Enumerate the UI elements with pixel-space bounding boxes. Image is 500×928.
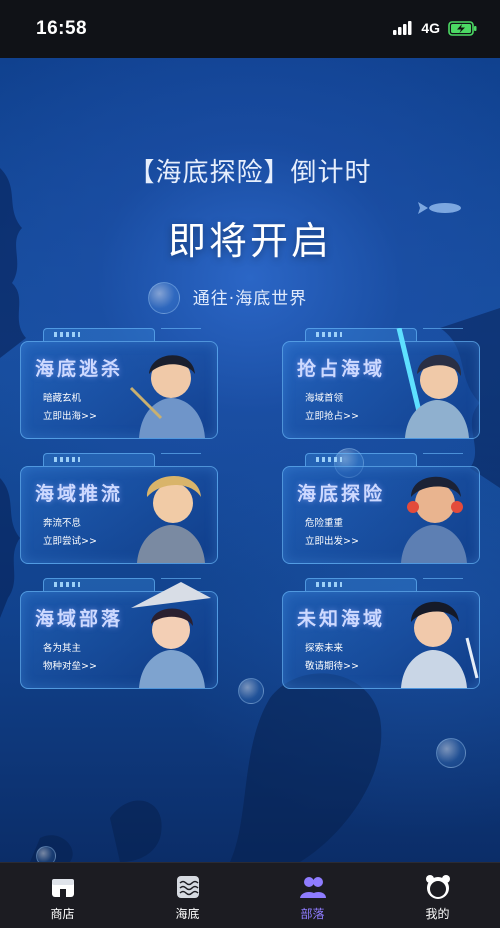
card-link[interactable]: 物种对垒>> [43,658,97,672]
bubble-decoration [238,678,264,704]
card-desc: 海域首领 [305,393,344,404]
card-desc: 探索未来 [305,643,344,654]
card-title: 未知海域 [297,608,386,630]
tab-seabed[interactable]: 海底 [125,863,250,928]
battery-charging-icon [448,20,477,36]
shop-icon [51,879,74,897]
tab-mine[interactable]: 我的 [375,863,500,928]
card-link[interactable]: 立即出海>> [43,408,97,422]
tab-label: 部落 [300,907,325,921]
card-desc: 各为其主 [43,643,82,654]
card-weizhi-haiyu[interactable]: 未知海域 探索未来 敬请期待>> [282,578,480,689]
card-title: 海底探险 [297,483,386,505]
tab-tribe[interactable]: 部落 [250,863,375,928]
card-link[interactable]: 立即抢占>> [305,408,359,422]
card-title: 抢占海域 [297,358,386,380]
card-haiyu-buluo[interactable]: 海域部落 各为其主 物种对垒>> [20,578,218,689]
status-time: 16:58 [36,18,88,39]
character-avatar-icon [129,355,205,438]
tab-label: 我的 [425,907,450,921]
bubble-decoration [36,846,56,862]
card-link[interactable]: 立即出发>> [305,533,359,547]
card-desc: 暗藏玄机 [43,393,82,404]
card-haidi-tanxian[interactable]: 海底探险 危险重重 立即出发>> [282,453,480,564]
bottom-tab-bar: 商店 海底 部落 我的 [0,862,500,928]
card-link[interactable]: 立即尝试>> [43,533,97,547]
status-indicators: 4G [393,20,478,36]
character-avatar-icon [131,582,211,688]
bubble-decoration [436,738,466,768]
subtitle: 通往·海底世界 [192,289,308,309]
character-avatar-icon [137,475,205,563]
character-avatar-icon [401,476,467,563]
character-avatar-icon [396,328,469,438]
card-haidi-taosha[interactable]: 海底逃杀 暗藏玄机 立即出海>> [20,328,218,439]
tab-shop[interactable]: 商店 [0,863,125,928]
panda-icon [425,875,450,899]
main-stage: 【海底探险】倒计时 即将开启 通往·海底世界 海底逃杀 暗藏玄机 立即出海>> … [0,58,500,862]
waves-icon [176,876,199,898]
card-title: 海域推流 [35,483,124,505]
card-zhanling-haiyu[interactable]: 抢占海域 海域首领 立即抢占>> [282,328,480,439]
tab-label: 海底 [175,907,200,921]
card-link[interactable]: 敬请期待>> [305,658,359,672]
card-haiyu-tuiliu[interactable]: 海域推流 奔流不息 立即尝试>> [20,453,218,564]
network-label: 4G [421,20,440,36]
headline: 即将开启 [167,219,332,263]
card-title: 海域部落 [35,608,124,630]
character-avatar-icon [401,601,479,688]
signal-icon [393,21,412,35]
group-icon [299,877,326,898]
card-desc: 奔流不息 [43,518,82,529]
status-bar: 16:58 4G [0,0,500,58]
card-title: 海底逃杀 [35,358,124,380]
tab-label: 商店 [50,907,75,921]
event-title: 【海底探险】倒计时 [128,158,372,188]
card-desc: 危险重重 [305,518,344,529]
